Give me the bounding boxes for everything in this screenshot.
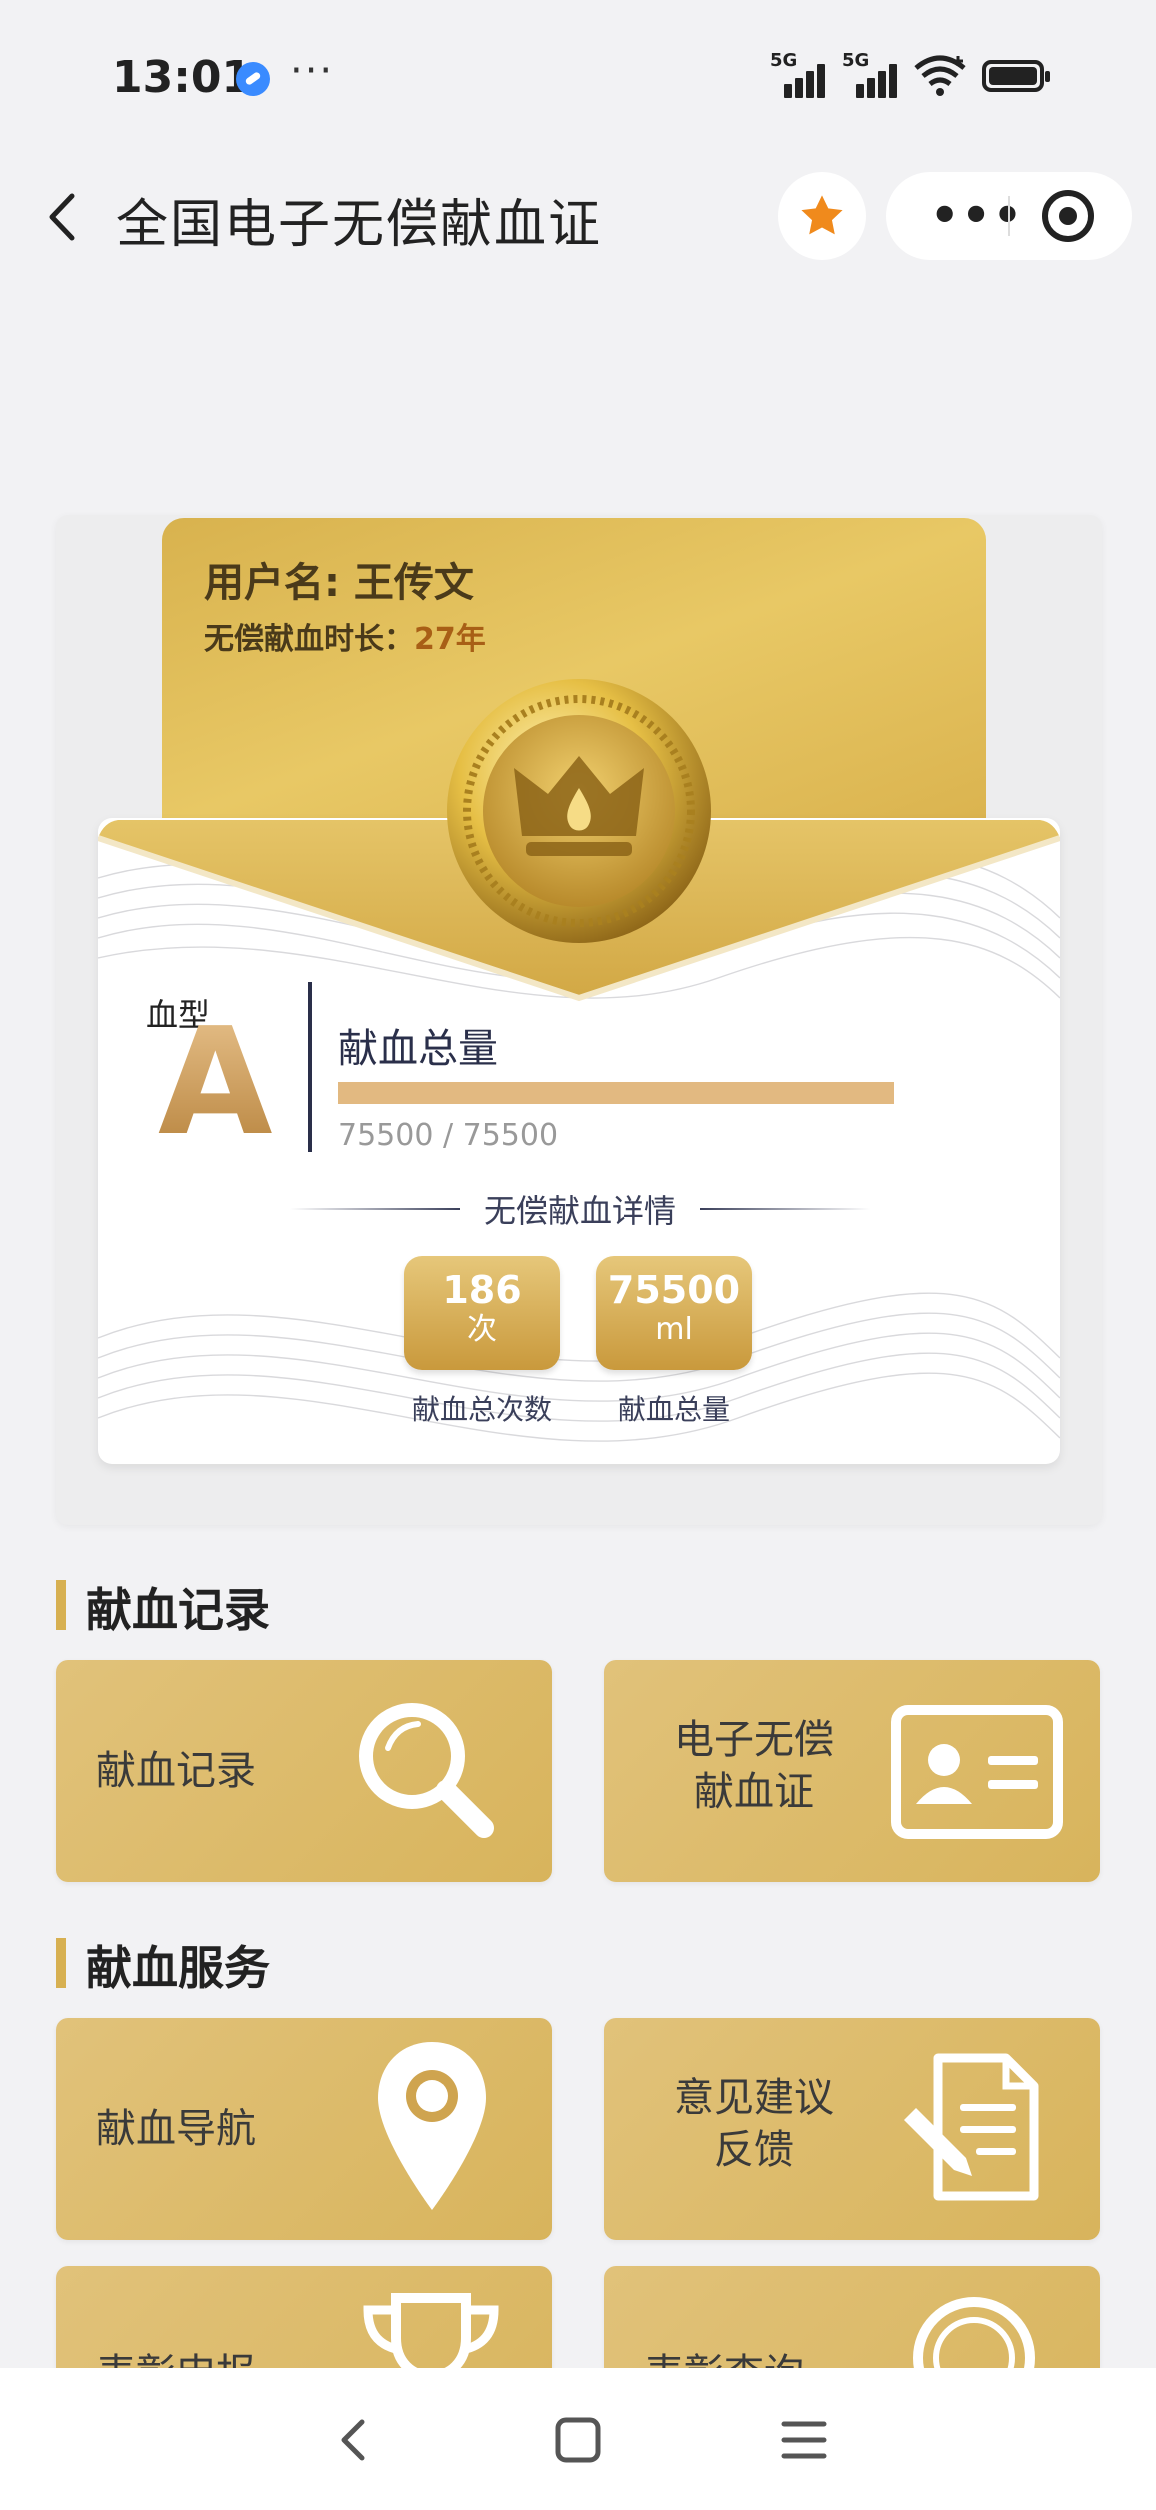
close-target-icon[interactable]	[1042, 190, 1094, 242]
progress-text: 75500 / 75500	[338, 1118, 559, 1153]
total-volume-title: 献血总量	[338, 1026, 498, 1072]
app-notification-icon	[236, 62, 270, 96]
details-heading: 无偿献血详情	[290, 1186, 870, 1230]
status-bar: 13:01 ··· 5G 5G	[0, 0, 1156, 150]
location-pin-icon	[378, 2042, 486, 2210]
wifi-icon	[914, 55, 966, 96]
signal-icon: 5G	[842, 50, 900, 98]
donation-duration: 无偿献血时长：27年	[204, 622, 486, 657]
donation-count-badge: 186 次	[404, 1256, 560, 1370]
tile-label: 电子无偿 献血证	[674, 1717, 834, 1815]
blood-type-value: A	[158, 996, 273, 1168]
mini-program-capsule: •••	[886, 172, 1132, 260]
nav-menu-icon[interactable]	[772, 2408, 836, 2472]
tile-label: 意见建议 反馈	[674, 2075, 834, 2173]
status-more: ···	[290, 48, 335, 94]
status-time: 13:01	[112, 52, 253, 103]
nav-home-icon[interactable]	[546, 2408, 610, 2472]
star-icon	[801, 195, 843, 235]
donation-count-label: 献血总次数	[411, 1393, 552, 1426]
tile-label: 献血记录	[96, 1748, 256, 1794]
section-title-records: 献血记录	[56, 1574, 270, 1640]
progress-fill	[338, 1082, 894, 1104]
donation-volume-label: 献血总量	[617, 1393, 730, 1426]
capsule-divider	[1008, 196, 1010, 236]
back-arrow-icon[interactable]	[30, 182, 100, 252]
duration-value: 27年	[414, 622, 486, 657]
donation-volume-badge: 75500 ml	[596, 1256, 752, 1370]
e-certificate-tile[interactable]: 电子无偿 献血证	[604, 1660, 1100, 1882]
crown-medal-icon	[447, 679, 711, 943]
system-navigation-bar	[0, 2368, 1156, 2510]
more-menu-icon[interactable]: •••	[930, 188, 1024, 242]
id-card-icon	[891, 1705, 1063, 1839]
total-volume-progress	[338, 1082, 894, 1104]
signal-icon: 5G	[770, 50, 828, 98]
magnifier-icon	[359, 1703, 494, 1838]
tile-label: 献血导航	[96, 2106, 256, 2152]
title-bar: 全国电子无偿献血证 •••	[0, 160, 1156, 270]
navigation-tile[interactable]: 献血导航	[56, 2018, 552, 2240]
blood-type-divider	[308, 982, 312, 1152]
records-tile[interactable]: 献血记录	[56, 1660, 552, 1882]
section-title-services: 献血服务	[56, 1932, 270, 1998]
document-edit-icon	[904, 2053, 1039, 2201]
user-name: 用户名: 王传文	[204, 560, 474, 606]
nav-back-icon[interactable]	[322, 2408, 386, 2472]
feedback-tile[interactable]: 意见建议 反馈	[604, 2018, 1100, 2240]
battery-icon	[982, 60, 1050, 92]
favorite-button[interactable]	[778, 172, 866, 260]
page-title: 全国电子无偿献血证	[116, 195, 603, 255]
